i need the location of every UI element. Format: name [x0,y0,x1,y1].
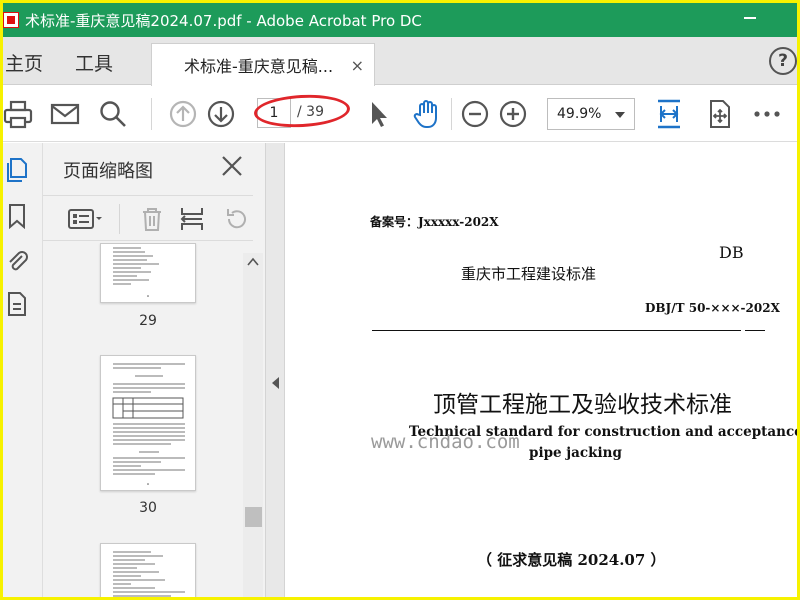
standard-org: 重庆市工程建设标准 [461,265,597,283]
thumbnail-page-31[interactable] [100,543,196,597]
tab-bar: 主页 工具 术标准-重庆意见稿... × ? [3,37,797,86]
record-number: 备案号：Jxxxxx-202X [370,215,499,229]
zoom-value: 49.9% [557,106,602,122]
title-english-line2: pipe jacking [529,445,622,461]
close-tab-icon[interactable]: × [351,56,364,75]
thumbnail-scrollbar[interactable] [243,253,263,597]
thumbnail-content [113,551,185,597]
header-rule-end [745,330,765,331]
panel-splitter[interactable] [265,143,285,597]
thumbnails-title: 页面缩略图 [63,161,153,182]
hand-tool-icon[interactable] [411,98,443,130]
panel-separator [119,204,120,234]
zoom-in-icon[interactable] [497,98,529,130]
bookmark-icon[interactable] [5,203,29,229]
tab-document[interactable]: 术标准-重庆意见稿... × [151,43,375,86]
thumbnail-content [113,247,159,297]
scrollbar-thumb[interactable] [245,507,262,527]
pages-icon[interactable] [5,157,29,183]
document-view[interactable]: 备案号：Jxxxxx-202X DB 重庆市工程建设标准 DBJ/T 50-××… [285,143,797,597]
thumbnail-page-30[interactable] [100,355,196,491]
scroll-up-icon[interactable] [247,257,259,267]
fit-page-icon[interactable] [653,98,685,130]
document-props-icon[interactable] [5,291,29,317]
zoom-select[interactable]: 49.9% [547,98,635,130]
draft-label: （ 征求意见稿 2024.07 ） [477,551,666,569]
header-rule [372,330,741,331]
thumbnail-page-number: 30 [139,500,157,516]
tab-home[interactable]: 主页 [5,49,43,76]
help-icon[interactable]: ? [769,47,797,75]
zoom-out-icon[interactable] [459,98,491,130]
scroll-mode-icon[interactable] [703,98,735,130]
select-cursor-icon[interactable] [363,98,395,130]
attachment-icon[interactable] [5,247,29,273]
tab-tools[interactable]: 工具 [75,49,113,76]
acrobat-window: 术标准-重庆意见稿2024.07.pdf - Adobe Acrobat Pro… [3,3,797,597]
standard-code: DBJ/T 50-×××-202X [645,301,780,315]
email-icon[interactable] [49,98,81,130]
minimize-button[interactable] [743,11,757,25]
toolbar: 1 / 39 49.9% [3,86,797,142]
collapse-panel-icon[interactable] [272,377,279,389]
title-chinese: 顶管工程施工及验收技术标准 [433,392,732,418]
toolbar-separator [451,98,452,130]
undo-icon[interactable] [223,206,249,232]
print-icon[interactable] [3,98,35,130]
thumbnail-options-icon[interactable] [67,206,105,232]
thumbnail-toolbar [43,195,253,241]
thumbnail-page-29[interactable] [100,243,196,303]
more-icon[interactable] [751,98,783,130]
insert-page-icon[interactable] [179,206,205,232]
toolbar-separator [151,98,152,130]
chevron-down-icon [615,112,625,118]
page-up-icon[interactable] [167,98,199,130]
tab-document-label: 术标准-重庆意见稿... [184,57,334,76]
thumbnail-page-number: 29 [139,313,157,329]
thumbnail-list: 29 30 [43,243,243,597]
watermark-text: www.cndao.com [371,431,520,453]
thumbnails-panel: 页面缩略图 29 30 [43,143,265,597]
db-label: DB [719,243,744,262]
window-title: 术标准-重庆意见稿2024.07.pdf - Adobe Acrobat Pro… [25,11,422,30]
acrobat-app-icon[interactable] [3,12,19,28]
page-down-icon[interactable] [205,98,237,130]
title-bar: 术标准-重庆意见稿2024.07.pdf - Adobe Acrobat Pro… [3,3,797,37]
close-icon[interactable] [221,155,243,177]
thumbnail-content [112,363,185,485]
delete-icon[interactable] [139,206,165,232]
search-icon[interactable] [97,98,129,130]
navigation-rail [3,143,43,597]
